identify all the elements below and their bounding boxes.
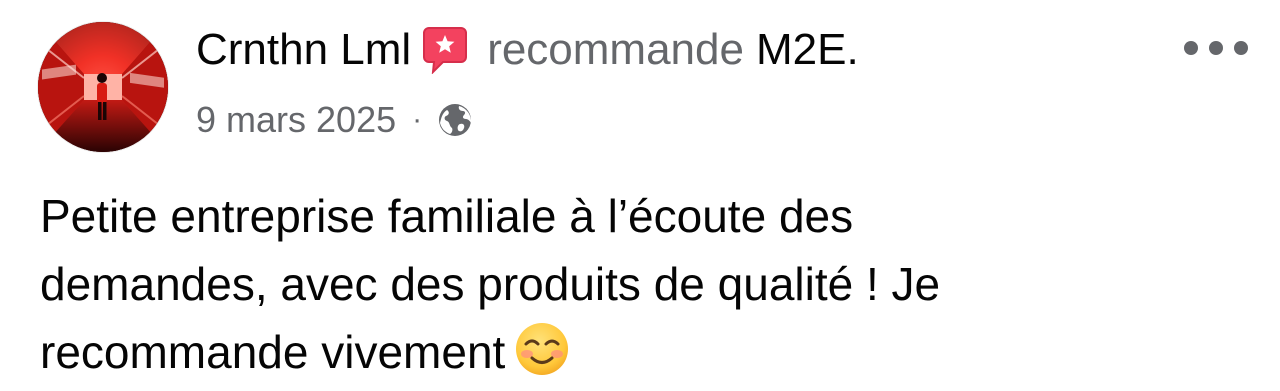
- post-body: Petite entreprise familiale à l’écoute d…: [40, 182, 1240, 386]
- more-options-button[interactable]: [1184, 30, 1248, 66]
- post-meta: 9 mars 2025 ·: [196, 98, 474, 142]
- profile-photo-icon: [38, 22, 168, 152]
- post-text-line: recommande vivement: [40, 326, 506, 378]
- post-text-line-last: recommande vivement: [40, 318, 1240, 386]
- author-name[interactable]: Crnthn Lml: [196, 22, 411, 78]
- author-avatar[interactable]: [38, 22, 168, 152]
- recommended-page-link[interactable]: M2E: [756, 22, 846, 78]
- header-period: .: [846, 25, 859, 74]
- recommend-action-text: recommande: [487, 25, 744, 74]
- more-dot-icon: [1234, 41, 1248, 55]
- post-header: Crnthn Lml recommande M2E.: [196, 22, 859, 78]
- meta-separator: ·: [412, 103, 423, 136]
- smiling-face-icon: [513, 320, 571, 378]
- post-date[interactable]: 9 mars 2025: [196, 99, 396, 141]
- more-dot-icon: [1209, 41, 1223, 55]
- globe-icon[interactable]: [436, 101, 474, 139]
- more-dot-icon: [1184, 41, 1198, 55]
- post-text-line: Petite entreprise familiale à l’écoute d…: [40, 190, 854, 242]
- post-text-line: demandes, avec des produits de qualité !…: [40, 258, 941, 310]
- recommendation-post: Crnthn Lml recommande M2E. 9 mars 2025 ·: [0, 0, 1280, 391]
- recommend-badge-icon: [423, 26, 468, 74]
